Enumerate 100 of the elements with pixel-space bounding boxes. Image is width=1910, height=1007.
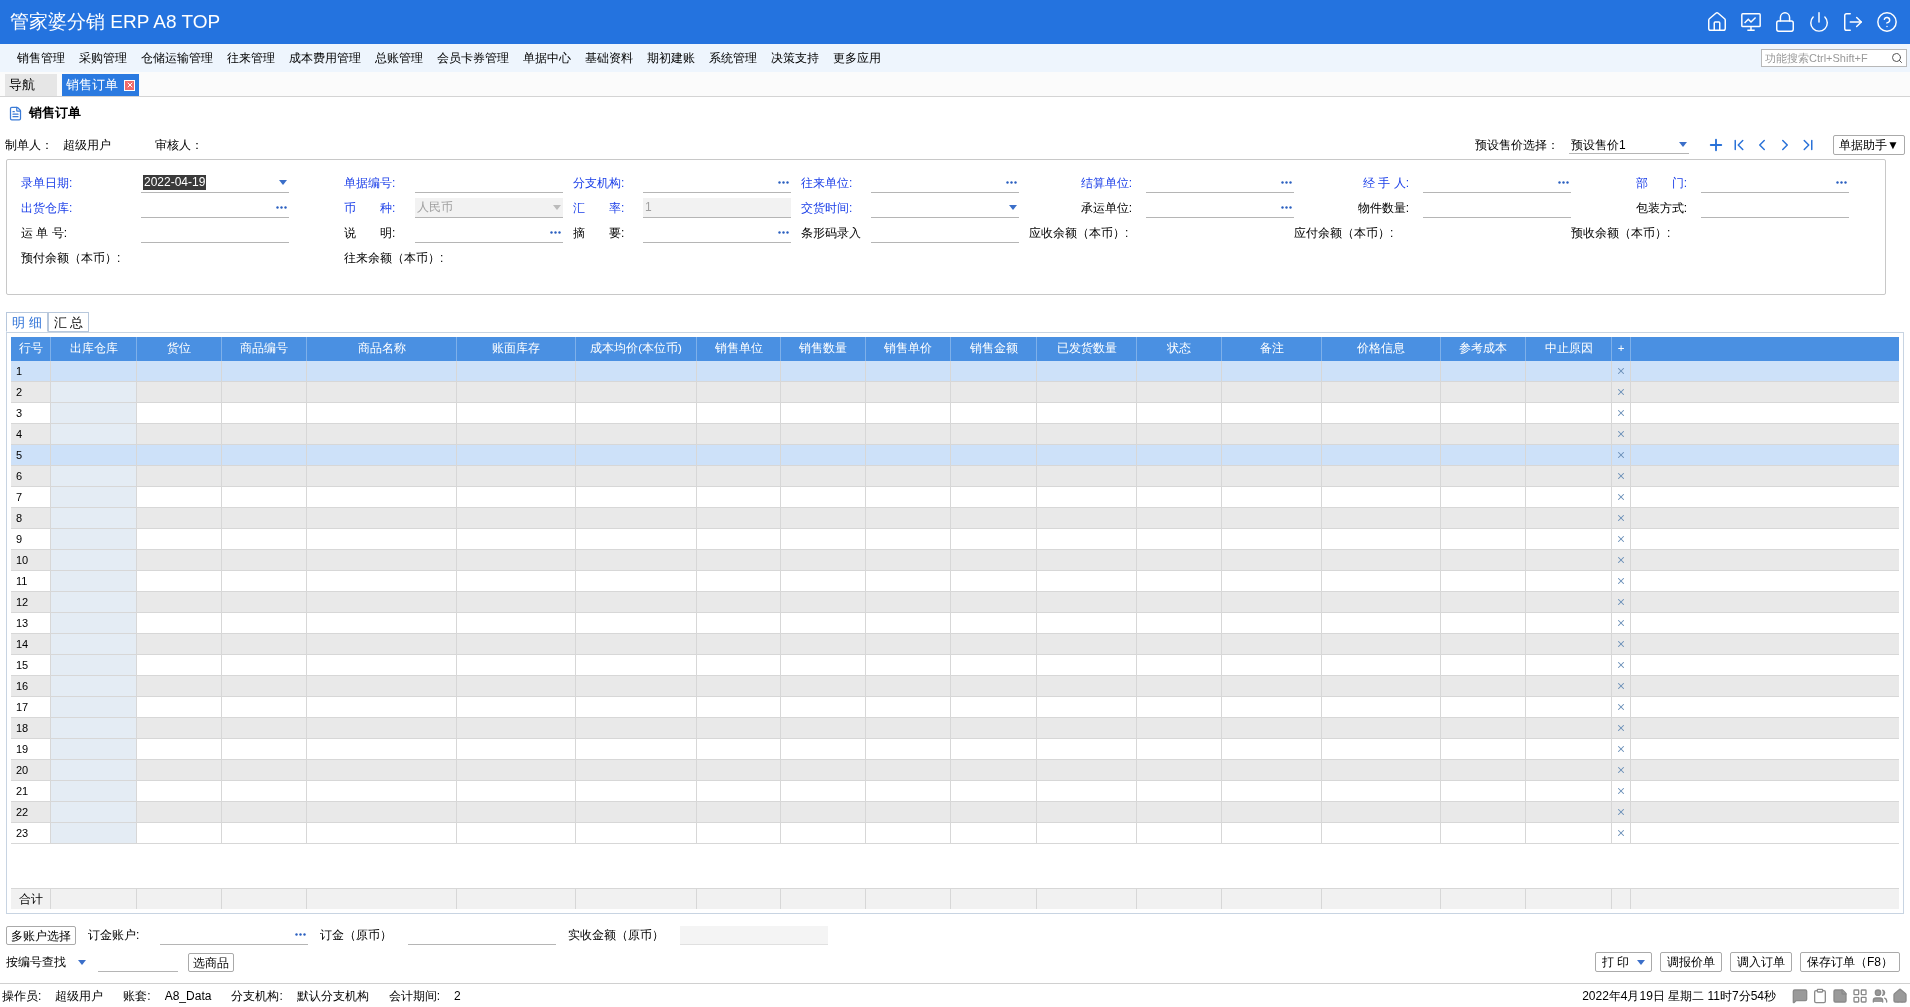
table-row[interactable]: 3 [11, 403, 1899, 424]
delete-row-icon[interactable] [1616, 639, 1626, 649]
table-row[interactable]: 4 [11, 424, 1899, 445]
menu-item[interactable]: 往来管理 [227, 49, 275, 67]
lookup-select[interactable]: 按编号查找 [6, 952, 88, 972]
menu-item[interactable]: 采购管理 [79, 49, 127, 67]
multi-account-button[interactable]: 多账户选择 [6, 925, 76, 945]
menu-item[interactable]: 成本费用管理 [289, 49, 361, 67]
delete-row-icon[interactable] [1616, 828, 1626, 838]
power-icon[interactable] [1808, 11, 1830, 33]
note-icon[interactable] [1832, 987, 1848, 1004]
action-button[interactable]: 调入订单 [1730, 952, 1792, 972]
delete-row-icon[interactable] [1616, 387, 1626, 397]
delete-row-icon[interactable] [1616, 681, 1626, 691]
table-row[interactable]: 8 [11, 508, 1899, 529]
table-row[interactable]: 6 [11, 466, 1899, 487]
action-button[interactable]: 打 印 [1594, 952, 1652, 972]
ellipsis-icon[interactable] [295, 933, 306, 936]
menu-item[interactable]: 销售管理 [17, 49, 65, 67]
menu-item[interactable]: 期初建账 [647, 49, 695, 67]
detail-tab[interactable]: 明 细 [6, 312, 48, 332]
input-field[interactable]: 2022-04-19 [141, 172, 289, 193]
ellipsis-icon[interactable] [778, 180, 789, 184]
table-row[interactable]: 20 [11, 760, 1899, 781]
delete-row-icon[interactable] [1616, 660, 1626, 670]
menu-item[interactable]: 系统管理 [709, 49, 757, 67]
table-row[interactable]: 1 [11, 361, 1899, 382]
table-row[interactable]: 21 [11, 781, 1899, 802]
table-row[interactable]: 14 [11, 634, 1899, 655]
menu-item[interactable]: 更多应用 [833, 49, 881, 67]
menu-item[interactable]: 基础资料 [585, 49, 633, 67]
ellipsis-icon[interactable] [1836, 180, 1847, 184]
ellipsis-icon[interactable] [1006, 180, 1017, 184]
delete-row-icon[interactable] [1616, 723, 1626, 733]
close-icon[interactable] [124, 79, 135, 91]
grid-icon[interactable] [1852, 987, 1868, 1004]
chat-icon[interactable] [1792, 987, 1808, 1004]
table-row[interactable]: 22 [11, 802, 1899, 823]
home-icon[interactable] [1706, 11, 1728, 33]
ellipsis-icon[interactable] [550, 230, 561, 234]
price-select[interactable]: 预设售价1 [1569, 136, 1690, 154]
choose-product-button[interactable]: 选商品 [188, 952, 234, 972]
delete-row-icon[interactable] [1616, 513, 1626, 523]
table-row[interactable]: 5 [11, 445, 1899, 466]
table-row[interactable]: 12 [11, 592, 1899, 613]
delete-row-icon[interactable] [1616, 429, 1626, 439]
delete-row-icon[interactable] [1616, 555, 1626, 565]
ellipsis-icon[interactable] [1281, 205, 1292, 209]
menu-item[interactable]: 总账管理 [375, 49, 423, 67]
delete-row-icon[interactable] [1616, 534, 1626, 544]
ellipsis-icon[interactable] [778, 230, 789, 234]
page-tab[interactable]: 导航 [5, 74, 57, 96]
delete-row-icon[interactable] [1616, 450, 1626, 460]
table-row[interactable]: 2 [11, 382, 1899, 403]
menu-item[interactable]: 单据中心 [523, 49, 571, 67]
table-row[interactable]: 13 [11, 613, 1899, 634]
table-row[interactable]: 16 [11, 676, 1899, 697]
ellipsis-icon[interactable] [276, 205, 287, 209]
help-icon[interactable] [1876, 11, 1898, 33]
menu-item[interactable]: 会员卡券管理 [437, 49, 509, 67]
table-row[interactable]: 9 [11, 529, 1899, 550]
action-button[interactable]: 调报价单 [1660, 952, 1722, 972]
delete-row-icon[interactable] [1616, 765, 1626, 775]
table-row[interactable]: 10 [11, 550, 1899, 571]
row-number: 21 [16, 783, 29, 799]
exit-icon[interactable] [1842, 11, 1864, 33]
assistant-button[interactable]: 单据助手▼ [1833, 135, 1905, 155]
delete-row-icon[interactable] [1616, 786, 1626, 796]
ellipsis-icon[interactable] [1281, 180, 1292, 184]
delete-row-icon[interactable] [1616, 408, 1626, 418]
search-field[interactable]: 功能搜索Ctrl+Shift+F [1761, 49, 1907, 67]
delete-row-icon[interactable] [1616, 492, 1626, 502]
clipboard-icon[interactable] [1812, 987, 1828, 1004]
table-row[interactable]: 15 [11, 655, 1899, 676]
delete-row-icon[interactable] [1616, 702, 1626, 712]
delete-row-icon[interactable] [1616, 471, 1626, 481]
delete-row-icon[interactable] [1616, 618, 1626, 628]
table-row[interactable]: 11 [11, 571, 1899, 592]
delete-row-icon[interactable] [1616, 366, 1626, 376]
detail-tab[interactable]: 汇 总 [47, 312, 90, 332]
delete-row-icon[interactable] [1616, 576, 1626, 586]
ellipsis-icon[interactable] [1558, 180, 1569, 184]
menu-item[interactable]: 仓储运输管理 [141, 49, 213, 67]
menu-item[interactable]: 决策支持 [771, 49, 819, 67]
delete-row-icon[interactable] [1616, 744, 1626, 754]
table-row[interactable]: 17 [11, 697, 1899, 718]
action-button[interactable]: 保存订单（F8） [1800, 952, 1900, 972]
search-icon[interactable] [1891, 52, 1903, 64]
table-row[interactable]: 19 [11, 739, 1899, 760]
input-field[interactable] [680, 925, 828, 945]
delete-row-icon[interactable] [1616, 807, 1626, 817]
users-icon[interactable] [1872, 987, 1888, 1004]
home-icon[interactable] [1892, 987, 1908, 1004]
table-row[interactable]: 23 [11, 823, 1899, 844]
chart-monitor-icon[interactable] [1740, 11, 1762, 33]
table-row[interactable]: 18 [11, 718, 1899, 739]
delete-row-icon[interactable] [1616, 597, 1626, 607]
table-row[interactable]: 7 [11, 487, 1899, 508]
page-tab[interactable]: 销售订单 [62, 74, 139, 96]
lock-icon[interactable] [1774, 11, 1796, 33]
